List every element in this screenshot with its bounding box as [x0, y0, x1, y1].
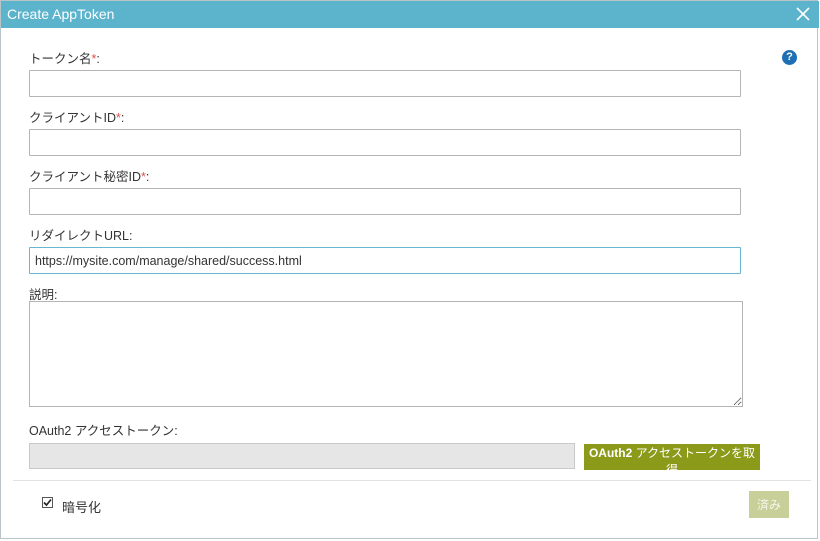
done-button[interactable]: 済み: [749, 491, 789, 518]
client-secret-input[interactable]: [29, 188, 741, 215]
label-colon: :: [120, 111, 125, 125]
label-colon: :: [96, 52, 100, 66]
footer-divider: [13, 480, 811, 481]
label-colon: :: [145, 170, 150, 184]
get-token-button-bold: OAuth2: [588, 446, 633, 460]
oauth-token-label: OAuth2 アクセストークン:: [29, 424, 178, 438]
encrypt-label: 暗号化: [62, 500, 102, 515]
redirect-url-label: リダイレクトURL:: [29, 229, 133, 243]
description-textarea[interactable]: [29, 301, 743, 407]
close-icon[interactable]: [793, 4, 813, 24]
get-token-button-text: アクセストークンを取得: [632, 446, 756, 477]
client-id-label: クライアントID*:: [29, 107, 124, 126]
token-name-label: トークン名*:: [29, 48, 100, 67]
create-apptoken-dialog: Create AppToken ? トークン名*: クライアントID*: クライ…: [0, 0, 819, 539]
client-id-input[interactable]: [29, 129, 741, 156]
encrypt-checkbox[interactable]: [42, 497, 53, 508]
token-name-input[interactable]: [29, 70, 741, 97]
dialog-title: Create AppToken: [7, 6, 115, 22]
oauth-token-field: [29, 443, 575, 469]
client-id-label-text: クライアントID: [29, 111, 117, 125]
redirect-url-input[interactable]: [29, 247, 741, 274]
help-icon[interactable]: ?: [782, 50, 797, 65]
client-secret-label: クライアント秘密ID*:: [29, 166, 149, 185]
checkmark-icon: [43, 498, 52, 507]
client-secret-label-text: クライアント秘密ID: [29, 170, 142, 184]
token-name-label-text: トークン名: [29, 52, 92, 66]
get-oauth-token-button[interactable]: OAuth2 アクセストークンを取得: [584, 444, 760, 477]
dialog-titlebar: Create AppToken: [1, 1, 819, 28]
